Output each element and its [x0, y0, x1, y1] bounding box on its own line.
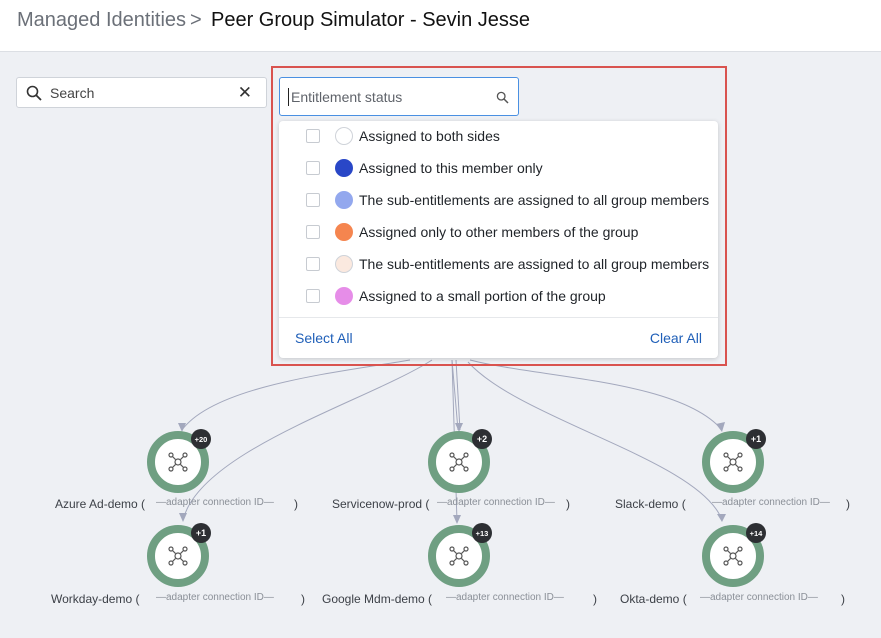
entitlement-status-dropdown: Assigned to both sides Assigned to this … [279, 121, 718, 358]
checkbox[interactable] [306, 193, 320, 207]
node-connection-id: —adapter connection ID— [446, 592, 564, 603]
node-label-close: ) [566, 497, 570, 511]
status-option[interactable]: Assigned to a small portion of the group [279, 281, 718, 313]
status-option-label: Assigned to both sides [359, 128, 500, 144]
node-label-azure-ad-demo[interactable]: Azure Ad-demo ( [55, 497, 145, 511]
node-label-servicenow-prod[interactable]: Servicenow-prod ( [332, 497, 429, 511]
status-option-label: The sub-entitlements are assigned to all… [359, 192, 710, 208]
graph-node[interactable]: +13 [428, 523, 492, 587]
count-badge-text: +13 [476, 529, 489, 538]
select-all-button[interactable]: Select All [295, 330, 353, 346]
status-color-dot [335, 287, 353, 305]
entitlement-status-placeholder: Entitlement status [291, 89, 403, 105]
node-label-close: ) [301, 592, 305, 606]
arrowhead [455, 423, 463, 432]
arrowhead [717, 514, 726, 522]
status-option-label: Assigned to this member only [359, 160, 543, 176]
status-option[interactable]: The sub-entitlements are assigned to all… [279, 249, 718, 281]
checkbox[interactable] [306, 289, 320, 303]
arrowhead [453, 515, 461, 524]
node-connection-id: —adapter connection ID— [156, 592, 274, 603]
graph-node[interactable]: +14 [702, 523, 766, 587]
status-color-dot [335, 255, 353, 273]
status-option[interactable]: Assigned only to other members of the gr… [279, 217, 718, 249]
status-color-dot [335, 159, 353, 177]
graph-node[interactable]: +1 [147, 523, 211, 587]
checkbox[interactable] [306, 225, 320, 239]
count-badge-text: +2 [477, 434, 487, 444]
checkbox[interactable] [306, 129, 320, 143]
node-label-google-mdm-demo[interactable]: Google Mdm-demo ( [322, 592, 432, 606]
graph-node[interactable]: +20 [147, 429, 211, 493]
node-connection-id: —adapter connection ID— [156, 497, 274, 508]
node-label-close: ) [841, 592, 845, 606]
count-badge-text: +1 [751, 434, 761, 444]
node-label-close: ) [846, 497, 850, 511]
text-caret [288, 88, 289, 106]
status-color-dot [335, 223, 353, 241]
status-option[interactable]: Assigned to this member only [279, 153, 718, 185]
status-color-dot [335, 127, 353, 145]
node-label-close: ) [294, 497, 298, 511]
arrowhead [178, 423, 186, 432]
status-option-label: Assigned only to other members of the gr… [359, 224, 639, 240]
graph-node[interactable]: +2 [428, 429, 492, 493]
node-label-workday-demo[interactable]: Workday-demo ( [51, 592, 139, 606]
clear-all-button[interactable]: Clear All [650, 330, 702, 346]
count-badge-text: +20 [195, 435, 208, 444]
status-option-label: The sub-entitlements are assigned to all… [359, 256, 710, 272]
node-label-okta-demo[interactable]: Okta-demo ( [620, 592, 687, 606]
node-label-slack-demo[interactable]: Slack-demo ( [615, 497, 686, 511]
divider [279, 317, 718, 318]
entitlement-status-input[interactable]: Entitlement status [279, 77, 519, 116]
graph-edge [182, 359, 433, 521]
graph-edge [469, 359, 723, 431]
checkbox[interactable] [306, 161, 320, 175]
node-connection-id: —adapter connection ID— [437, 497, 555, 508]
graph-node[interactable]: +1 [702, 429, 766, 493]
status-option[interactable]: The sub-entitlements are assigned to all… [279, 185, 718, 217]
node-label-close: ) [593, 592, 597, 606]
count-badge-text: +14 [750, 529, 764, 538]
search-icon [496, 91, 509, 104]
status-color-dot [335, 191, 353, 209]
status-option[interactable]: Assigned to both sides [279, 121, 718, 153]
count-badge-text: +1 [196, 528, 206, 538]
graph-edge [181, 359, 411, 431]
status-option-label: Assigned to a small portion of the group [359, 288, 606, 304]
node-connection-id: —adapter connection ID— [712, 497, 830, 508]
arrowhead [716, 422, 725, 432]
checkbox[interactable] [306, 257, 320, 271]
node-connection-id: —adapter connection ID— [700, 592, 818, 603]
arrowhead [179, 513, 187, 522]
